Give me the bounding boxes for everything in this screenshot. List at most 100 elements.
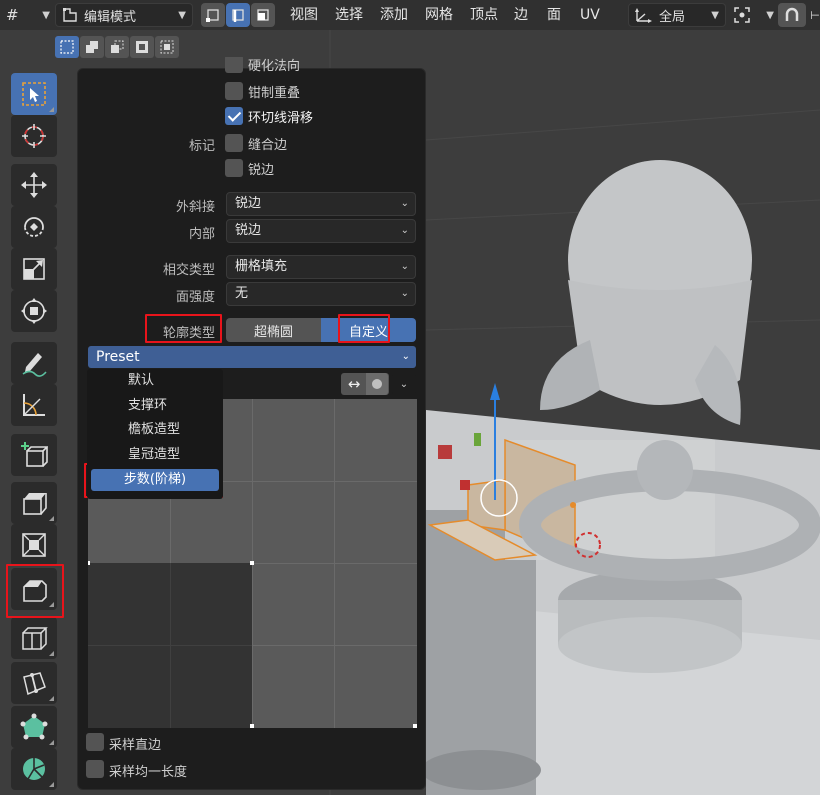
- select-new-icon: [60, 40, 74, 54]
- menu-face[interactable]: 面: [547, 5, 561, 25]
- snap-toggle-button[interactable]: [778, 3, 806, 27]
- menu-view[interactable]: 视图: [290, 5, 318, 25]
- intersection-type-dropdown[interactable]: 栅格填充 ⌄: [226, 255, 416, 279]
- face-strength-label: 面强度: [175, 290, 215, 305]
- mark-seams-label: 缝合边: [248, 138, 288, 153]
- select-subtract-button[interactable]: [105, 36, 129, 58]
- profile-custom-button[interactable]: 自定义: [321, 318, 416, 342]
- select-box-icon: [22, 82, 46, 106]
- chevron-down-icon: ⌄: [400, 225, 409, 236]
- circle-icon: [372, 379, 382, 389]
- miter-inner-dropdown[interactable]: 锐边 ⌄: [226, 219, 416, 243]
- menu-vertex[interactable]: 顶点: [470, 5, 498, 25]
- spin-tool[interactable]: [11, 748, 57, 790]
- snap-grid-icon: #: [6, 6, 19, 24]
- select-box-tool[interactable]: [11, 73, 57, 115]
- handle-type-button[interactable]: [366, 373, 388, 395]
- miter-inner-label: 内部: [188, 227, 215, 242]
- sample-even-lengths-label: 采样均一长度: [109, 765, 188, 780]
- knife-icon: [23, 672, 46, 696]
- select-intersect-button[interactable]: [155, 36, 179, 58]
- pivot-point-dropdown[interactable]: ▼: [734, 3, 774, 27]
- profile-superellipse-button[interactable]: 超椭圆: [226, 318, 321, 342]
- curve-handle-controls: ↔: [341, 373, 389, 395]
- measure-tool[interactable]: [11, 384, 57, 426]
- face-select-button[interactable]: [251, 3, 275, 27]
- miter-outer-dropdown[interactable]: 锐边 ⌄: [226, 192, 416, 216]
- cursor-tool[interactable]: [11, 115, 57, 157]
- profile-type-label: 轮廓类型: [162, 326, 215, 341]
- curve-control-point[interactable]: [250, 724, 254, 728]
- transform-snap-dropdown[interactable]: # ▼: [6, 3, 50, 27]
- mark-sharp-checkbox[interactable]: [225, 159, 243, 177]
- transform-tool[interactable]: [11, 290, 57, 332]
- intersection-type-label: 相交类型: [162, 263, 215, 278]
- loop-cut-tool[interactable]: [11, 617, 57, 659]
- snap-options-icon[interactable]: ⊢: [808, 3, 820, 27]
- sample-straight-edges-checkbox[interactable]: [86, 733, 104, 751]
- curve-options-dropdown[interactable]: ⌄: [392, 373, 416, 395]
- select-intersect-icon: [160, 40, 174, 54]
- annotate-tool[interactable]: [11, 342, 57, 384]
- face-strength-dropdown[interactable]: 无 ⌄: [226, 282, 416, 306]
- pivot-icon: [734, 7, 750, 23]
- chevron-down-icon: ⌄: [400, 288, 409, 299]
- profile-type-toggle: 超椭圆 自定义: [226, 318, 416, 342]
- menu-edge[interactable]: 边: [514, 5, 528, 25]
- curve-control-point[interactable]: [413, 724, 417, 728]
- intersection-type-value: 栅格填充: [235, 259, 288, 274]
- miter-outer-label: 外斜接: [175, 200, 215, 215]
- orientation-label: 全局: [659, 9, 686, 25]
- viewport-header: # ▼ 编辑模式 ▼ 视图 选择 添加 网格 顶点 边 面 UV 全局 ▼ ▼ …: [0, 0, 820, 30]
- menu-uv[interactable]: UV: [580, 5, 600, 25]
- loop-slide-row: 环切线滑移: [78, 104, 427, 128]
- curve-control-point[interactable]: [88, 561, 90, 565]
- flip-horizontal-icon[interactable]: ↔: [342, 375, 366, 393]
- preset-dropdown[interactable]: Preset ⌄: [88, 346, 416, 368]
- add-cube-tool[interactable]: [11, 434, 57, 476]
- rotate-icon: [24, 217, 44, 237]
- preset-item-cornice[interactable]: 檐板造型: [128, 419, 180, 441]
- preset-item-support-loops[interactable]: 支撑环: [128, 395, 167, 417]
- orientation-dropdown[interactable]: 全局 ▼: [628, 3, 726, 27]
- vertex-select-icon: [206, 9, 219, 22]
- vertex-select-button[interactable]: [201, 3, 225, 27]
- menu-add[interactable]: 添加: [380, 5, 408, 25]
- knife-tool[interactable]: [11, 662, 57, 704]
- loop-slide-label: 环切线滑移: [248, 111, 314, 126]
- mark-seams-row: 标记 缝合边: [78, 131, 427, 155]
- mark-seams-checkbox[interactable]: [225, 134, 243, 152]
- move-tool[interactable]: [11, 164, 57, 206]
- bevel-tool[interactable]: [11, 568, 57, 610]
- curve-control-point[interactable]: [250, 561, 254, 565]
- scale-tool[interactable]: [11, 248, 57, 290]
- select-new-button[interactable]: [55, 36, 79, 58]
- edge-select-icon: [232, 9, 244, 22]
- clamp-overlap-row: 钳制重叠: [78, 79, 427, 103]
- preset-item-default[interactable]: 默认: [128, 370, 154, 392]
- miter-inner-row: 内部 锐边 ⌄: [78, 219, 427, 243]
- poly-build-tool[interactable]: [11, 706, 57, 748]
- harden-normals-checkbox[interactable]: [225, 57, 243, 73]
- preset-menu: 默认 支撑环 檐板造型 皇冠造型 步数(阶梯): [87, 369, 223, 499]
- preset-item-steps[interactable]: 步数(阶梯): [91, 469, 219, 491]
- select-invert-button[interactable]: [130, 36, 154, 58]
- miter-outer-row: 外斜接 锐边 ⌄: [78, 192, 427, 216]
- loop-cut-icon: [22, 624, 48, 652]
- harden-normals-row: 硬化法向: [78, 57, 427, 77]
- rotate-tool[interactable]: [11, 206, 57, 248]
- extrude-tool[interactable]: [11, 482, 57, 524]
- preset-item-crown[interactable]: 皇冠造型: [128, 444, 180, 466]
- sample-even-lengths-checkbox[interactable]: [86, 760, 104, 778]
- inset-tool[interactable]: [11, 524, 57, 566]
- chevron-down-icon: ▼: [711, 9, 719, 21]
- menu-select[interactable]: 选择: [335, 5, 363, 25]
- select-subtract-icon: [111, 40, 124, 53]
- edge-select-button[interactable]: [226, 3, 250, 27]
- select-extend-button[interactable]: [80, 36, 104, 58]
- menu-mesh[interactable]: 网格: [425, 5, 453, 25]
- loop-slide-checkbox[interactable]: [225, 107, 243, 125]
- mode-dropdown[interactable]: 编辑模式 ▼: [55, 3, 193, 27]
- clamp-overlap-checkbox[interactable]: [225, 82, 243, 100]
- chevron-down-icon: ▼: [178, 9, 186, 21]
